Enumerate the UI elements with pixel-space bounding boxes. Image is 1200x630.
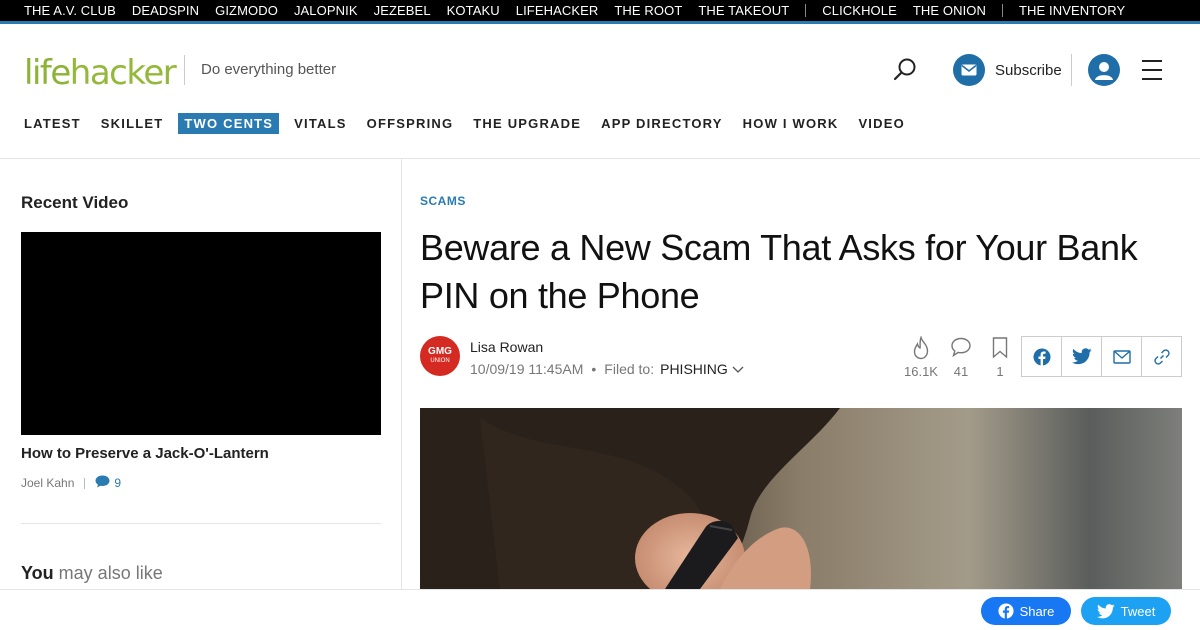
section-nav-item[interactable]: VITALS [294,113,346,134]
user-account-icon[interactable] [1088,54,1120,86]
video-player[interactable] [21,232,381,435]
comment-icon [951,337,971,358]
sticky-share-bar: Share Tweet [0,589,1200,630]
section-nav-item[interactable]: VIDEO [858,113,904,134]
network-link[interactable]: KOTAKU [447,3,500,18]
network-link[interactable]: THE ONION [913,3,986,18]
network-link[interactable]: LIFEHACKER [516,3,599,18]
bookmarks-count: 1 [996,364,1004,379]
link-icon [1153,348,1170,365]
avatar-line2: UNION [430,358,450,364]
video-author[interactable]: Joel Kahn [21,476,74,490]
network-link[interactable]: THE INVENTORY [1019,3,1125,18]
avatar-line1: GMG [428,346,452,357]
facebook-share-button[interactable]: Share [981,597,1071,625]
bookmark-icon [992,337,1008,359]
site-header: life hacker Do everything better Subscrib… [0,27,1200,111]
rail-divider [21,523,381,524]
article-headline: Beware a New Scam That Asks for Your Ban… [420,227,1138,316]
byline-meta: 10/09/19 11:45AM • Filed to: PHISHING [470,361,745,377]
author-name[interactable]: Lisa Rowan [470,339,543,355]
copy-link-button[interactable] [1142,337,1181,376]
network-link[interactable]: CLICKHOLE [822,3,897,18]
logo-divider [184,55,185,85]
network-links-group: CLICKHOLE THE ONION [822,3,1002,18]
bookmarks-stat[interactable]: 1 [980,336,1020,379]
site-tagline: Do everything better [201,61,337,78]
video-meta: Joel Kahn 9 [21,475,121,491]
network-separator [1002,4,1003,17]
network-link[interactable]: JEZEBEL [374,3,431,18]
meta-dot: • [591,361,597,377]
twitter-icon [1071,348,1092,365]
filed-to-tag: PHISHING [660,361,728,377]
network-links-group: THE A.V. CLUB DEADSPIN GIZMODO JALOPNIK JEZE… [24,3,805,18]
network-link[interactable]: DEADSPIN [132,3,199,18]
network-bar: THE A.V. CLUB DEADSPIN GIZMODO JALOPNIK JEZE… [0,0,1200,24]
twitter-tweet-button[interactable]: Tweet [1081,597,1171,625]
subscribe-button[interactable]: Subscribe [953,54,1062,86]
email-icon [1112,349,1131,364]
share-button-group [1021,336,1182,377]
share-facebook-button[interactable] [1022,337,1062,376]
recent-video-heading: Recent Video [21,193,129,212]
video-title-link[interactable]: How to Preserve a Jack-O'-Lantern [21,445,269,462]
share-twitter-button[interactable] [1062,337,1102,376]
subscribe-label: Subscribe [995,61,1062,79]
views-stat[interactable]: 16.1K [901,336,941,379]
network-separator [805,4,807,17]
hamburger-menu-icon[interactable] [1142,60,1162,80]
also-like-bold: You [21,563,54,583]
comments-count: 41 [953,364,969,379]
hero-illustration [420,408,1182,589]
mail-icon [953,54,985,86]
filed-to-tag-dropdown[interactable]: PHISHING [660,361,745,377]
network-link[interactable]: JALOPNIK [294,3,358,18]
you-may-also-like-heading: You may also like [21,563,163,584]
network-link[interactable]: GIZMODO [215,3,278,18]
twitter-icon [1096,603,1115,618]
publish-timestamp[interactable]: 10/09/19 11:45AM [470,361,583,377]
column-divider [401,159,402,589]
video-comment-count[interactable]: 9 [114,476,121,490]
site-logo[interactable]: life hacker [24,50,177,93]
section-nav-item[interactable]: HOW I WORK [743,113,839,134]
section-nav: LATEST SKILLET TWO CENTS VITALS OFFSPRING THE… [24,113,925,134]
network-links-group: THE INVENTORY [1019,3,1125,18]
meta-separator [84,477,86,489]
filed-to-label: Filed to: [604,361,655,377]
section-nav-item[interactable]: THE UPGRADE [473,113,581,134]
section-nav-item[interactable]: LATEST [24,113,81,134]
section-nav-item[interactable]: SKILLET [101,113,164,134]
also-like-rest: may also like [53,563,163,583]
network-link[interactable]: THE ROOT [614,3,682,18]
header-divider [1071,54,1072,86]
section-nav-item[interactable]: APP DIRECTORY [601,113,723,134]
author-avatar[interactable]: GMG UNION [420,336,460,376]
share-email-button[interactable] [1102,337,1142,376]
flame-icon [913,336,929,360]
logo-text-part1: life [24,53,71,93]
views-count: 16.1K [904,364,938,379]
header-divider-line [0,158,1200,159]
network-link[interactable]: THE TAKEOUT [698,3,789,18]
chevron-down-icon [732,366,744,373]
comments-stat[interactable]: 41 [941,336,981,379]
logo-text-part2: hacker [69,53,177,93]
network-link[interactable]: THE A.V. CLUB [24,3,116,18]
article-kicker[interactable]: SCAMS [420,194,466,208]
facebook-icon [998,603,1014,619]
tweet-label: Tweet [1120,603,1156,619]
share-label: Share [1019,603,1055,619]
section-nav-item[interactable]: TWO CENTS [178,113,280,134]
facebook-icon [1033,348,1050,366]
section-nav-item[interactable]: OFFSPRING [367,113,454,134]
comment-bubble-icon[interactable] [95,475,110,491]
search-icon[interactable] [892,57,918,83]
hero-image [420,408,1182,589]
